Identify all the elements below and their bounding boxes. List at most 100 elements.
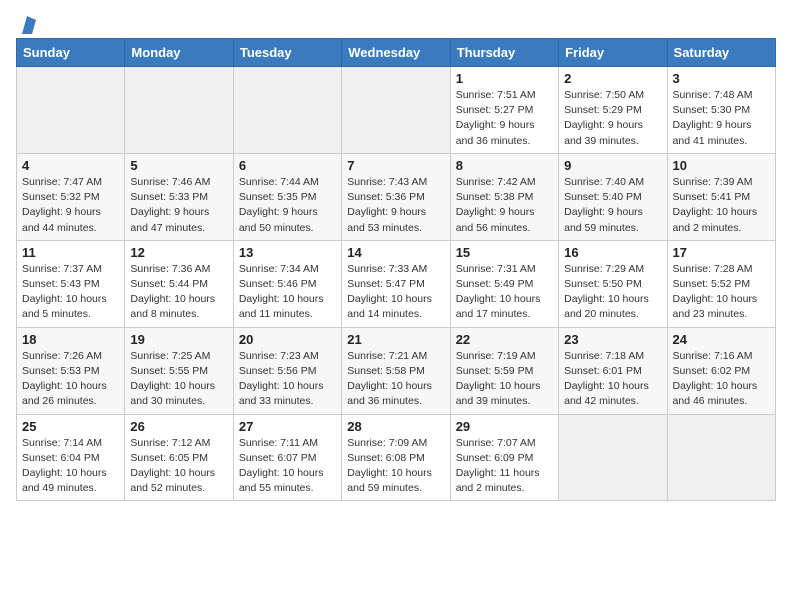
day-number: 15 (456, 245, 553, 260)
calendar-cell: 15 Sunrise: 7:31 AM Sunset: 5:49 PM Dayli… (450, 240, 558, 327)
day-number: 12 (130, 245, 227, 260)
calendar-cell: 12 Sunrise: 7:36 AM Sunset: 5:44 PM Dayli… (125, 240, 233, 327)
calendar-cell: 13 Sunrise: 7:34 AM Sunset: 5:46 PM Dayli… (233, 240, 341, 327)
page-header (16, 16, 776, 30)
calendar-cell: 11Sunrise: 7:37 AM Sunset: 5:43 PM Dayli… (17, 240, 125, 327)
calendar-week-1: 4 Sunrise: 7:47 AM Sunset: 5:32 PM Daylig… (17, 153, 776, 240)
calendar-cell: 3 Sunrise: 7:48 AM Sunset: 5:30 PM Daylig… (667, 67, 775, 154)
day-number: 26 (130, 419, 227, 434)
day-info: Sunrise: 7:26 AM Sunset: 5:53 PM Dayligh… (22, 349, 119, 410)
calendar-cell: 26 Sunrise: 7:12 AM Sunset: 6:05 PM Dayli… (125, 414, 233, 501)
header-saturday: Saturday (667, 39, 775, 67)
day-info: Sunrise: 7:40 AM Sunset: 5:40 PM Dayligh… (564, 175, 661, 236)
header-monday: Monday (125, 39, 233, 67)
day-number: 28 (347, 419, 444, 434)
day-number: 8 (456, 158, 553, 173)
header-thursday: Thursday (450, 39, 558, 67)
day-info: Sunrise: 7:09 AM Sunset: 6:08 PM Dayligh… (347, 436, 444, 497)
header-sunday: Sunday (17, 39, 125, 67)
calendar-cell: 17 Sunrise: 7:28 AM Sunset: 5:52 PM Dayli… (667, 240, 775, 327)
day-number: 6 (239, 158, 336, 173)
day-info: Sunrise: 7:31 AM Sunset: 5:49 PM Dayligh… (456, 262, 553, 323)
day-info: Sunrise: 7:36 AM Sunset: 5:44 PM Dayligh… (130, 262, 227, 323)
header-wednesday: Wednesday (342, 39, 450, 67)
calendar-cell: 2 Sunrise: 7:50 AM Sunset: 5:29 PM Daylig… (559, 67, 667, 154)
calendar-cell: 28 Sunrise: 7:09 AM Sunset: 6:08 PM Dayli… (342, 414, 450, 501)
calendar-week-0: 1 Sunrise: 7:51 AM Sunset: 5:27 PM Daylig… (17, 67, 776, 154)
header-tuesday: Tuesday (233, 39, 341, 67)
day-info: Sunrise: 7:50 AM Sunset: 5:29 PM Dayligh… (564, 88, 661, 149)
calendar-week-2: 11Sunrise: 7:37 AM Sunset: 5:43 PM Dayli… (17, 240, 776, 327)
calendar-cell: 21 Sunrise: 7:21 AM Sunset: 5:58 PM Dayli… (342, 327, 450, 414)
calendar-cell: 24 Sunrise: 7:16 AM Sunset: 6:02 PM Dayli… (667, 327, 775, 414)
calendar-cell: 8 Sunrise: 7:42 AM Sunset: 5:38 PM Daylig… (450, 153, 558, 240)
day-number: 20 (239, 332, 336, 347)
day-info: Sunrise: 7:47 AM Sunset: 5:32 PM Dayligh… (22, 175, 119, 236)
day-info: Sunrise: 7:21 AM Sunset: 5:58 PM Dayligh… (347, 349, 444, 410)
day-number: 25 (22, 419, 119, 434)
calendar-cell: 23 Sunrise: 7:18 AM Sunset: 6:01 PM Dayli… (559, 327, 667, 414)
day-number: 17 (673, 245, 770, 260)
day-info: Sunrise: 7:39 AM Sunset: 5:41 PM Dayligh… (673, 175, 770, 236)
day-number: 2 (564, 71, 661, 86)
calendar-cell: 10 Sunrise: 7:39 AM Sunset: 5:41 PM Dayli… (667, 153, 775, 240)
calendar-cell: 29Sunrise: 7:07 AM Sunset: 6:09 PM Dayli… (450, 414, 558, 501)
day-number: 16 (564, 245, 661, 260)
day-info: Sunrise: 7:29 AM Sunset: 5:50 PM Dayligh… (564, 262, 661, 323)
day-number: 13 (239, 245, 336, 260)
calendar-cell (17, 67, 125, 154)
calendar-cell: 19 Sunrise: 7:25 AM Sunset: 5:55 PM Dayli… (125, 327, 233, 414)
day-number: 22 (456, 332, 553, 347)
calendar-header-row: SundayMondayTuesdayWednesdayThursdayFrid… (17, 39, 776, 67)
day-number: 21 (347, 332, 444, 347)
calendar-cell: 20 Sunrise: 7:23 AM Sunset: 5:56 PM Dayli… (233, 327, 341, 414)
calendar-table: SundayMondayTuesdayWednesdayThursdayFrid… (16, 38, 776, 501)
day-number: 24 (673, 332, 770, 347)
day-number: 10 (673, 158, 770, 173)
calendar-cell (667, 414, 775, 501)
day-info: Sunrise: 7:46 AM Sunset: 5:33 PM Dayligh… (130, 175, 227, 236)
calendar-cell: 5 Sunrise: 7:46 AM Sunset: 5:33 PM Daylig… (125, 153, 233, 240)
calendar-cell: 27 Sunrise: 7:11 AM Sunset: 6:07 PM Dayli… (233, 414, 341, 501)
day-number: 27 (239, 419, 336, 434)
day-info: Sunrise: 7:48 AM Sunset: 5:30 PM Dayligh… (673, 88, 770, 149)
day-info: Sunrise: 7:14 AM Sunset: 6:04 PM Dayligh… (22, 436, 119, 497)
day-info: Sunrise: 7:33 AM Sunset: 5:47 PM Dayligh… (347, 262, 444, 323)
day-number: 1 (456, 71, 553, 86)
day-info: Sunrise: 7:23 AM Sunset: 5:56 PM Dayligh… (239, 349, 336, 410)
calendar-week-4: 25 Sunrise: 7:14 AM Sunset: 6:04 PM Dayli… (17, 414, 776, 501)
day-number: 11 (22, 245, 119, 260)
calendar-cell: 9 Sunrise: 7:40 AM Sunset: 5:40 PM Daylig… (559, 153, 667, 240)
day-number: 4 (22, 158, 119, 173)
day-info: Sunrise: 7:18 AM Sunset: 6:01 PM Dayligh… (564, 349, 661, 410)
calendar-cell: 22 Sunrise: 7:19 AM Sunset: 5:59 PM Dayli… (450, 327, 558, 414)
day-number: 18 (22, 332, 119, 347)
day-number: 3 (673, 71, 770, 86)
day-info: Sunrise: 7:44 AM Sunset: 5:35 PM Dayligh… (239, 175, 336, 236)
calendar-week-3: 18 Sunrise: 7:26 AM Sunset: 5:53 PM Dayli… (17, 327, 776, 414)
day-number: 29 (456, 419, 553, 434)
calendar-cell: 4 Sunrise: 7:47 AM Sunset: 5:32 PM Daylig… (17, 153, 125, 240)
day-info: Sunrise: 7:42 AM Sunset: 5:38 PM Dayligh… (456, 175, 553, 236)
header-friday: Friday (559, 39, 667, 67)
calendar-cell: 14 Sunrise: 7:33 AM Sunset: 5:47 PM Dayli… (342, 240, 450, 327)
day-info: Sunrise: 7:25 AM Sunset: 5:55 PM Dayligh… (130, 349, 227, 410)
day-info: Sunrise: 7:16 AM Sunset: 6:02 PM Dayligh… (673, 349, 770, 410)
calendar-cell: 18 Sunrise: 7:26 AM Sunset: 5:53 PM Dayli… (17, 327, 125, 414)
day-number: 5 (130, 158, 227, 173)
day-number: 9 (564, 158, 661, 173)
day-info: Sunrise: 7:28 AM Sunset: 5:52 PM Dayligh… (673, 262, 770, 323)
day-info: Sunrise: 7:51 AM Sunset: 5:27 PM Dayligh… (456, 88, 553, 149)
day-info: Sunrise: 7:11 AM Sunset: 6:07 PM Dayligh… (239, 436, 336, 497)
day-number: 19 (130, 332, 227, 347)
calendar-cell (125, 67, 233, 154)
day-number: 23 (564, 332, 661, 347)
day-number: 14 (347, 245, 444, 260)
calendar-cell (342, 67, 450, 154)
calendar-cell: 1 Sunrise: 7:51 AM Sunset: 5:27 PM Daylig… (450, 67, 558, 154)
day-info: Sunrise: 7:12 AM Sunset: 6:05 PM Dayligh… (130, 436, 227, 497)
calendar-cell: 6 Sunrise: 7:44 AM Sunset: 5:35 PM Daylig… (233, 153, 341, 240)
day-number: 7 (347, 158, 444, 173)
day-info: Sunrise: 7:34 AM Sunset: 5:46 PM Dayligh… (239, 262, 336, 323)
day-info: Sunrise: 7:19 AM Sunset: 5:59 PM Dayligh… (456, 349, 553, 410)
